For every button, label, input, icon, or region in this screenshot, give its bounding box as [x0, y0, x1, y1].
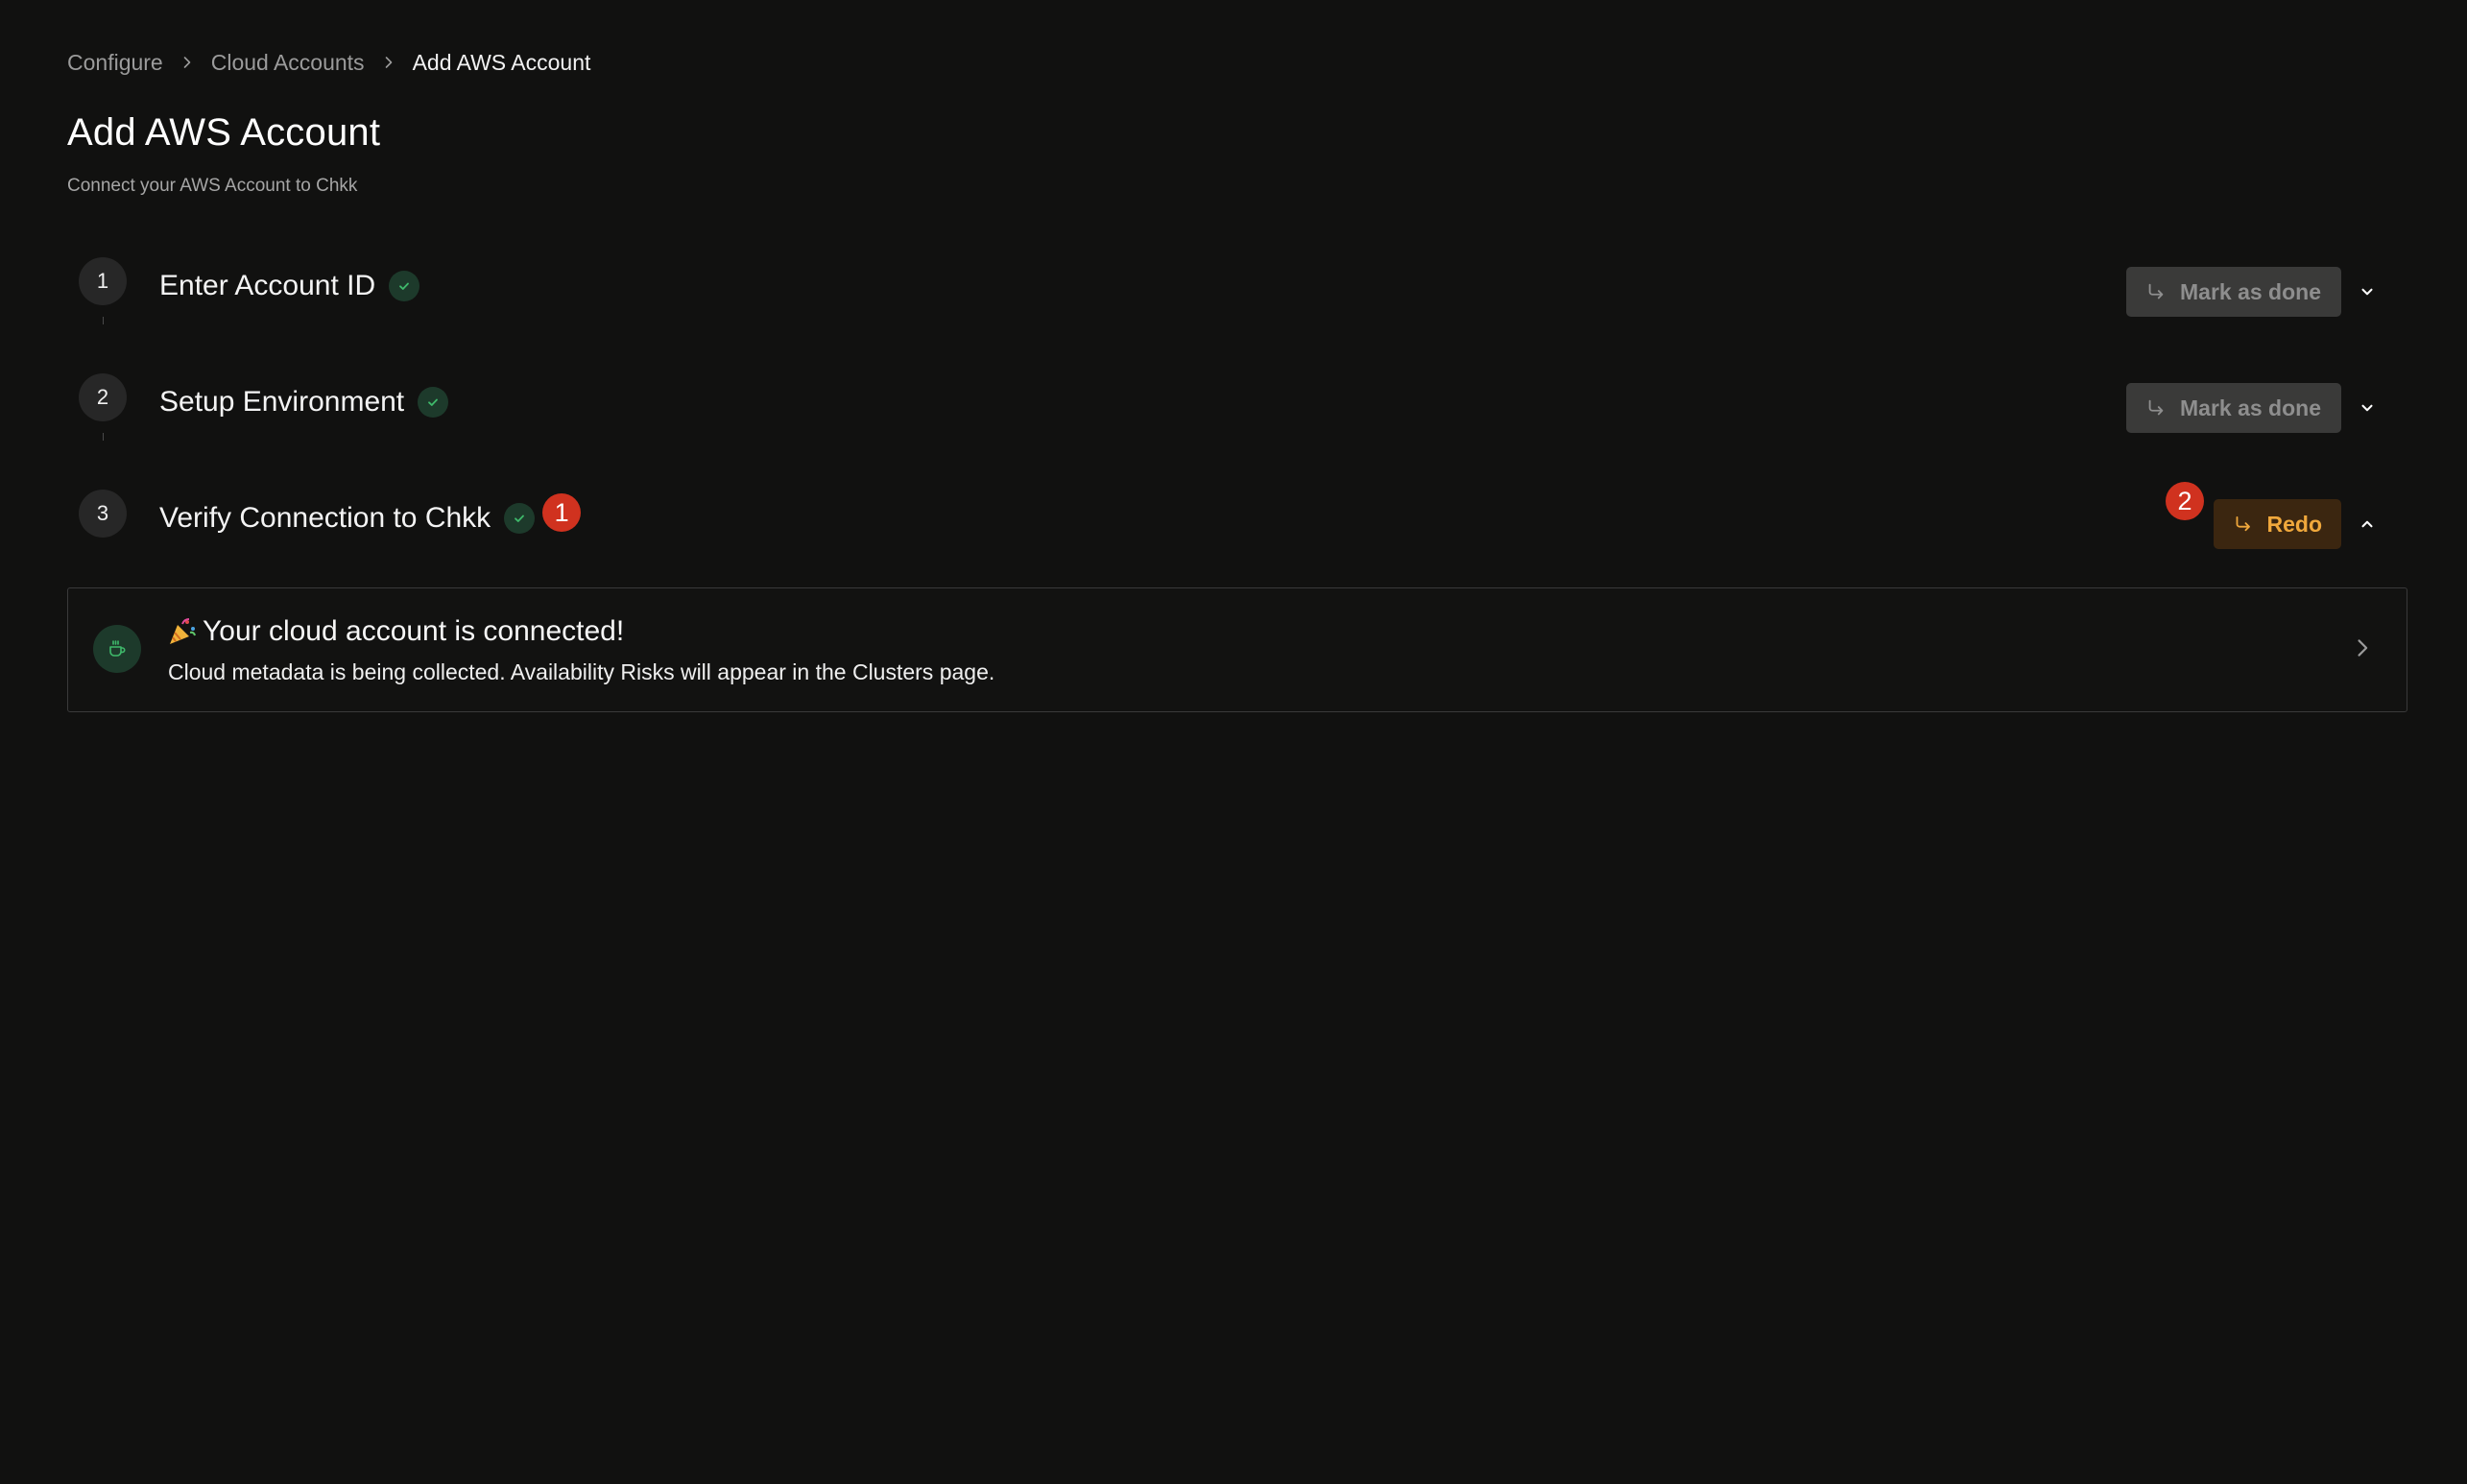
step-title[interactable]: Enter Account ID [159, 267, 420, 305]
page-subtitle: Connect your AWS Account to Chkk [67, 176, 358, 196]
step-number: 3 [79, 490, 127, 538]
step-number: 1 [79, 257, 127, 305]
coffee-cup-icon [93, 625, 141, 673]
breadcrumb-configure[interactable]: Configure [67, 50, 163, 76]
step-connector [103, 433, 104, 441]
breadcrumb: Configure Cloud Accounts Add AWS Account [67, 48, 590, 77]
breadcrumb-cloud-accounts[interactable]: Cloud Accounts [211, 50, 365, 76]
chevron-right-icon[interactable] [2347, 633, 2378, 663]
check-icon [504, 503, 536, 534]
success-description: Cloud metadata is being collected. Avail… [168, 659, 995, 684]
chevron-down-icon[interactable] [2352, 393, 2383, 423]
step-number: 2 [79, 373, 127, 421]
success-card[interactable]: Your cloud account is connected! Cloud m… [67, 587, 2407, 712]
chevron-right-icon [163, 48, 211, 77]
mark-as-done-button[interactable]: Mark as done [2126, 383, 2341, 433]
step-title-text: Enter Account ID [159, 270, 376, 301]
redo-label: Redo [2266, 511, 2323, 537]
mark-as-done-label: Mark as done [2180, 395, 2321, 420]
step-title-text: Verify Connection to Chkk [159, 502, 491, 534]
chevron-right-icon [365, 48, 413, 77]
chevron-up-icon[interactable] [2352, 509, 2383, 539]
annotation-marker: 1 [542, 493, 582, 532]
check-icon [389, 271, 420, 301]
arrow-turn-down-right-icon [2148, 283, 2164, 299]
party-popper-icon [170, 618, 196, 644]
step-title[interactable]: Setup Environment [159, 383, 449, 421]
step-title[interactable]: Verify Connection to Chkk 1 [159, 493, 582, 538]
step-enter-account-id: 1 Enter Account ID Mark as done [67, 257, 2409, 334]
success-title-text: Your cloud account is connected! [203, 615, 625, 647]
step-connector [103, 317, 104, 324]
redo-button[interactable]: Redo [2214, 499, 2341, 549]
success-title: Your cloud account is connected! [166, 615, 624, 648]
breadcrumb-add-aws-account: Add AWS Account [412, 49, 591, 75]
arrow-turn-down-right-icon [2236, 515, 2250, 532]
step-setup-environment: 2 Setup Environment Mark as done [67, 373, 2409, 450]
mark-as-done-label: Mark as done [2180, 278, 2321, 304]
page: Configure Cloud Accounts Add AWS Account… [0, 0, 2467, 1484]
page-title: Add AWS Account [67, 111, 381, 154]
step-verify-connection: 3 Verify Connection to Chkk 1 2 Redo [67, 482, 2409, 566]
mark-as-done-button[interactable]: Mark as done [2126, 267, 2341, 317]
step-title-text: Setup Environment [159, 386, 405, 418]
chevron-down-icon[interactable] [2352, 276, 2383, 307]
arrow-turn-down-right-icon [2148, 399, 2164, 416]
check-icon [418, 387, 449, 418]
annotation-marker: 2 [2166, 482, 2204, 520]
